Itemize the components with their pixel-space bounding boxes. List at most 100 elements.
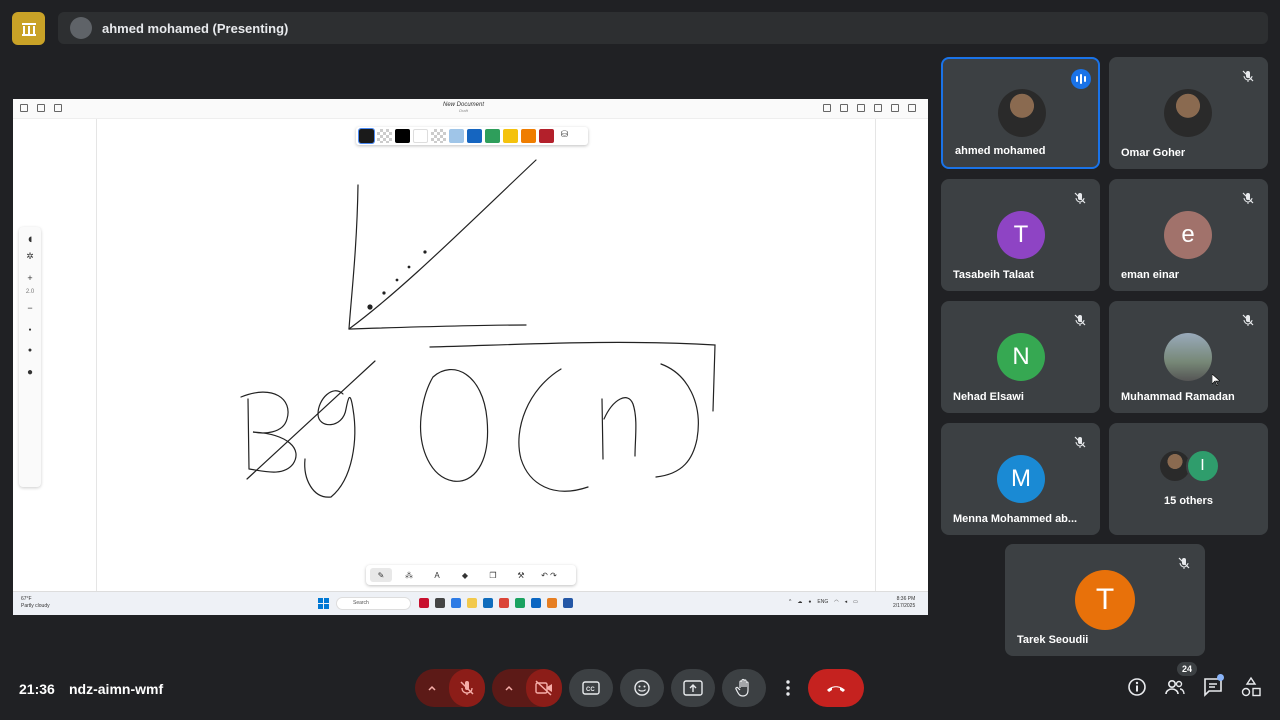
minimize-icon[interactable] [874,104,882,112]
drawing-canvas[interactable] [13,119,928,591]
meeting-code[interactable]: ndz-aimn-wmf [69,681,163,697]
avatar: I [1185,449,1220,483]
color-swatch[interactable] [539,129,554,143]
download-icon[interactable] [823,104,831,112]
eraser-tool-icon[interactable]: ◆ [454,568,476,582]
avatar: e [1164,211,1212,259]
windows-start-icon[interactable] [318,598,329,609]
meeting-clock: 21:36 [19,681,55,697]
participant-name: Muhammad Ramadan [1121,391,1235,403]
speaking-indicator-icon [1071,69,1091,89]
participant-tile-nehad-elsawi[interactable]: N Nehad Elsawi [941,301,1100,413]
drawing-line-diagonal [348,159,537,330]
zoom-out-button[interactable]: − [19,303,41,313]
copy-tool-icon[interactable]: ❐ [482,568,504,582]
shared-screen[interactable]: New Document Draft ⛁ ◖ ✲ + 2.0 − ● ● ● ✎… [13,99,928,615]
color-swatch[interactable] [485,129,500,143]
captions-icon: CC [582,681,600,695]
people-icon[interactable] [1164,676,1186,698]
edge-icon[interactable] [515,598,525,608]
color-swatch[interactable] [395,129,410,143]
video-options-chevron-icon[interactable] [492,669,526,707]
zoom-in-button[interactable]: + [19,273,41,283]
meeting-details-icon[interactable] [1126,676,1148,698]
participant-tile-others[interactable]: I 15 others [1109,423,1268,535]
drawing-point [382,291,386,295]
wifi-icon[interactable]: ◠ [834,599,838,605]
fill-bucket-icon[interactable]: ⛁ [557,129,572,143]
stroke-thin-icon[interactable]: ● [19,327,41,333]
transparent-swatch[interactable] [431,129,446,143]
camera-toggle-button[interactable] [526,669,562,707]
drawing-axis-y [348,184,359,330]
mic-toggle-button[interactable] [449,669,485,707]
audio-options-chevron-icon[interactable] [415,669,449,707]
document-subtitle: Draft [459,108,468,113]
pen-tool-icon[interactable]: ✎ [370,568,392,582]
chrome-icon[interactable] [499,598,509,608]
text-tool-icon[interactable]: A [426,568,448,582]
undo-redo-icon[interactable]: ↶ ↷ [538,568,560,582]
transparent-swatch[interactable] [377,129,392,143]
office-icon[interactable] [547,598,557,608]
pen-tip-icon[interactable]: ◖ [19,231,41,246]
zoom-level: 2.0 [25,289,35,295]
participant-tile-ahmed-mohamed[interactable]: ahmed mohamed [941,57,1100,169]
battery-icon[interactable]: ▭ [853,599,858,605]
menu-icon[interactable] [20,104,28,112]
folder-icon[interactable] [467,598,477,608]
color-swatch[interactable] [413,129,428,143]
color-swatch[interactable] [521,129,536,143]
participant-tile-tarek-seoudii[interactable]: T Tarek Seoudii [1005,544,1205,656]
settings-app-icon[interactable] [531,598,541,608]
mic-icon[interactable]: ● [808,599,811,605]
stroke-medium-icon[interactable]: ● [19,347,41,354]
leave-call-button[interactable] [808,669,864,707]
save-icon[interactable] [840,104,848,112]
raise-hand-button[interactable] [722,669,766,707]
settings-icon[interactable] [54,104,62,112]
more-options-button[interactable] [774,669,802,707]
camera-off-icon [535,680,552,696]
weather-temp: 67°F [21,596,32,602]
weather-widget[interactable]: 67°F Partly cloudy [21,596,50,610]
pen-settings-icon[interactable]: ✲ [19,251,41,262]
chevron-up-icon[interactable]: ^ [789,599,791,605]
reactions-button[interactable] [620,669,664,707]
color-swatch[interactable] [467,129,482,143]
onedrive-icon[interactable]: ☁ [797,599,802,605]
chat-notification-dot [1217,674,1224,681]
settings-tool-icon[interactable]: ⚒ [510,568,532,582]
maximize-icon[interactable] [891,104,899,112]
close-icon[interactable] [908,104,916,112]
store-icon[interactable] [483,598,493,608]
color-swatch[interactable] [449,129,464,143]
color-swatch[interactable] [503,129,518,143]
captions-button[interactable]: CC [569,669,613,707]
browser-icon[interactable] [451,598,461,608]
pen-color-button[interactable] [358,128,375,144]
new-icon[interactable] [37,104,45,112]
more-menu-icon[interactable] [857,104,865,112]
mic-off-icon [1242,70,1254,82]
participant-tile-muhammad-ramadan[interactable]: Muhammad Ramadan [1109,301,1268,413]
participant-tile-menna-mohammed[interactable]: M Menna Mohammed ab... [941,423,1100,535]
meeting-controls-bar: 21:36 ndz-aimn-wmf CC [0,660,1280,720]
participant-tile-tasabeih-talaat[interactable]: T Tasabeih Talaat [941,179,1100,291]
volume-icon[interactable]: ◂ [845,599,848,605]
participant-tile-omar-goher[interactable]: Omar Goher [1109,57,1268,169]
flag-app-icon[interactable] [419,598,429,608]
avatar: T [997,211,1045,259]
activities-icon[interactable] [1240,676,1262,698]
presenting-banner[interactable]: ahmed mohamed (Presenting) [58,12,1268,44]
mic-control [415,669,485,707]
stroke-thick-icon[interactable]: ● [19,367,41,378]
whiteboard-app-icon[interactable] [563,598,573,608]
taskbar-search[interactable]: Search [336,597,411,610]
app-icon[interactable] [435,598,445,608]
shapes-tool-icon[interactable]: ⁂ [398,568,420,582]
present-screen-button[interactable] [671,669,715,707]
language-indicator[interactable]: ENG [817,599,828,605]
participant-tile-eman-einar[interactable]: e eman einar [1109,179,1268,291]
taskbar-clock[interactable]: 8:36 PM 2/17/2025 [893,596,915,610]
